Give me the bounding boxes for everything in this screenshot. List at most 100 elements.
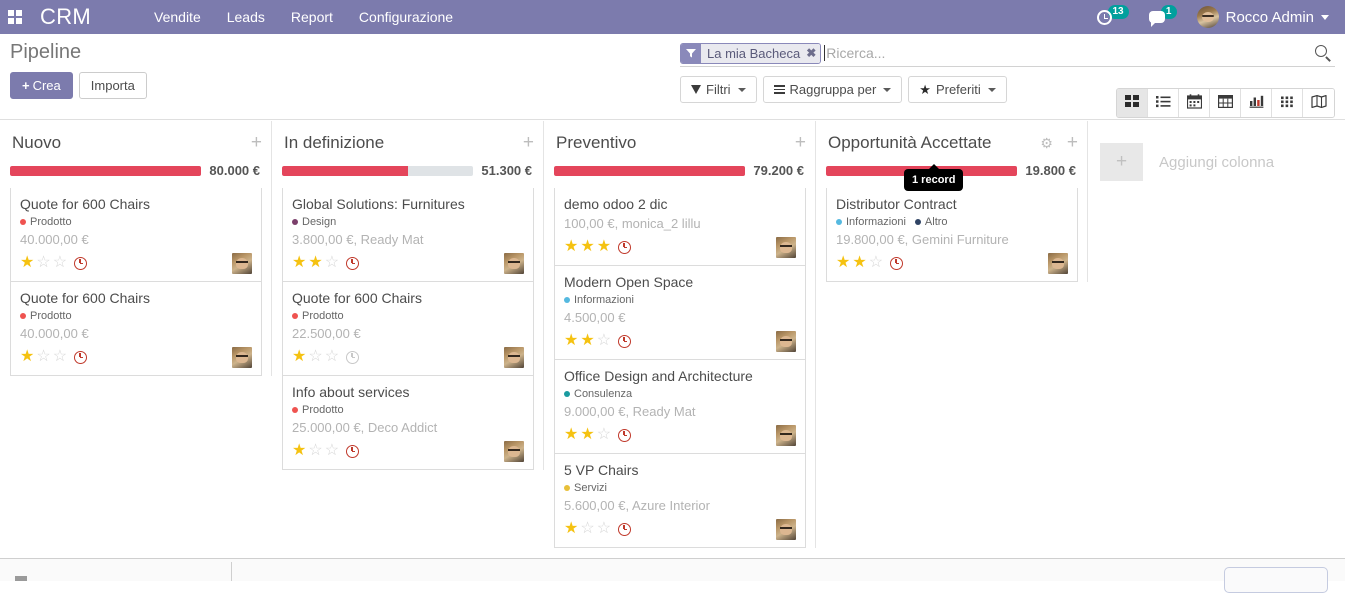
kanban-column-title[interactable]: In definizione [284,133,384,153]
add-card-plus-icon[interactable]: + [795,135,806,151]
view-kanban-button[interactable] [1117,89,1148,117]
activity-clock-icon[interactable] [346,351,359,364]
activity-clock-icon[interactable] [618,241,631,254]
star-empty-icon[interactable]: ☆ [325,443,339,459]
activity-clock-icon[interactable] [618,429,631,442]
avatar[interactable] [776,331,796,352]
avatar[interactable] [776,519,796,540]
star-filled-icon[interactable]: ★ [292,443,306,459]
search-bar[interactable]: La mia Bacheca ✖ Ricerca... [680,40,1335,67]
add-column-plus-icon[interactable]: + [1100,143,1143,181]
star-empty-icon[interactable]: ☆ [869,255,883,271]
activity-clock-icon[interactable] [618,335,631,348]
kanban-card[interactable]: demo odoo 2 dic100,00 €, monica_2 lillu★… [554,188,806,266]
import-button[interactable]: Importa [79,72,147,99]
view-map-button[interactable] [1303,89,1334,117]
kanban-card[interactable]: Quote for 600 ChairsProdotto40.000,00 €★… [10,282,262,376]
activity-clock-icon[interactable] [346,445,359,458]
avatar[interactable] [776,237,796,258]
avatar[interactable] [232,253,252,274]
menu-item-leads[interactable]: Leads [214,0,278,34]
kanban-progress-bar[interactable] [10,166,201,176]
avatar[interactable] [504,347,524,368]
star-filled-icon[interactable]: ★ [564,521,578,537]
star-filled-icon[interactable]: ★ [20,349,34,365]
star-filled-icon[interactable]: ★ [564,239,578,255]
kanban-card[interactable]: Quote for 600 ChairsProdotto40.000,00 €★… [10,188,262,282]
menu-item-report[interactable]: Report [278,0,346,34]
view-calendar-button[interactable] [1179,89,1210,117]
star-empty-icon[interactable]: ☆ [53,349,67,365]
avatar[interactable] [232,347,252,368]
avatar[interactable] [504,441,524,462]
user-menu[interactable]: Rocco Admin [1189,0,1335,34]
priority-stars[interactable]: ★☆☆ [20,255,67,271]
app-brand-crm[interactable]: CRM [40,4,91,30]
star-empty-icon[interactable]: ☆ [597,427,611,443]
search-icon[interactable] [1313,43,1333,63]
star-empty-icon[interactable]: ☆ [308,349,322,365]
group-by-dropdown[interactable]: Raggruppa per [763,76,903,103]
activity-clock-icon[interactable] [74,257,87,270]
activity-clock-icon[interactable] [346,257,359,270]
activities-button[interactable]: 13 [1089,0,1137,34]
star-filled-icon[interactable]: ★ [20,255,34,271]
kanban-progress-bar[interactable] [554,166,745,176]
star-filled-icon[interactable]: ★ [564,427,578,443]
star-filled-icon[interactable]: ★ [580,239,594,255]
activity-clock-icon[interactable] [890,257,903,270]
star-empty-icon[interactable]: ☆ [36,349,50,365]
star-empty-icon[interactable]: ☆ [597,333,611,349]
apps-menu-button[interactable] [0,0,30,34]
avatar[interactable] [504,253,524,274]
priority-stars[interactable]: ★★☆ [564,427,611,443]
kanban-column-title[interactable]: Nuovo [12,133,61,153]
priority-stars[interactable]: ★★☆ [836,255,883,271]
star-empty-icon[interactable]: ☆ [53,255,67,271]
view-list-button[interactable] [1148,89,1179,117]
priority-stars[interactable]: ★★★ [564,239,611,255]
star-empty-icon[interactable]: ☆ [36,255,50,271]
search-facet-my-pipeline[interactable]: La mia Bacheca ✖ [680,43,821,64]
close-icon[interactable]: ✖ [806,46,816,60]
star-filled-icon[interactable]: ★ [852,255,866,271]
priority-stars[interactable]: ★★☆ [292,255,339,271]
kanban-column-title[interactable]: Opportunità Accettate [828,133,992,153]
avatar[interactable] [1048,253,1068,274]
menu-item-vendite[interactable]: Vendite [141,0,214,34]
kanban-card[interactable]: Info about servicesProdotto25.000,00 €, … [282,376,534,470]
star-empty-icon[interactable]: ☆ [308,443,322,459]
avatar[interactable] [776,425,796,446]
star-empty-icon[interactable]: ☆ [580,521,594,537]
star-filled-icon[interactable]: ★ [308,255,322,271]
search-input[interactable]: Ricerca... [821,40,1309,66]
add-card-plus-icon[interactable]: + [523,135,534,151]
create-button[interactable]: +Crea [10,72,73,99]
kanban-card[interactable]: Global Solutions: FurnituresDesign3.800,… [282,188,534,282]
kanban-progress-bar[interactable] [282,166,473,176]
star-empty-icon[interactable]: ☆ [325,349,339,365]
add-card-plus-icon[interactable]: + [251,135,262,151]
star-filled-icon[interactable]: ★ [597,239,611,255]
priority-stars[interactable]: ★☆☆ [292,443,339,459]
star-filled-icon[interactable]: ★ [580,427,594,443]
view-graph-button[interactable] [1241,89,1272,117]
star-empty-icon[interactable]: ☆ [325,255,339,271]
kanban-card[interactable]: Distributor ContractInformazioniAltro19.… [826,188,1078,282]
priority-stars[interactable]: ★☆☆ [292,349,339,365]
filters-dropdown[interactable]: Filtri [680,76,757,103]
star-filled-icon[interactable]: ★ [564,333,578,349]
activity-clock-icon[interactable] [74,351,87,364]
kanban-column-title[interactable]: Preventivo [556,133,636,153]
star-empty-icon[interactable]: ☆ [597,521,611,537]
messages-button[interactable]: 1 [1141,0,1185,34]
priority-stars[interactable]: ★☆☆ [20,349,67,365]
gear-icon[interactable]: ⚙ [1040,136,1053,150]
menu-item-configurazione[interactable]: Configurazione [346,0,466,34]
activity-clock-icon[interactable] [618,523,631,536]
view-cohort-button[interactable] [1272,89,1303,117]
kanban-card[interactable]: Quote for 600 ChairsProdotto22.500,00 €★… [282,282,534,376]
star-filled-icon[interactable]: ★ [292,349,306,365]
priority-stars[interactable]: ★★☆ [564,333,611,349]
priority-stars[interactable]: ★☆☆ [564,521,611,537]
